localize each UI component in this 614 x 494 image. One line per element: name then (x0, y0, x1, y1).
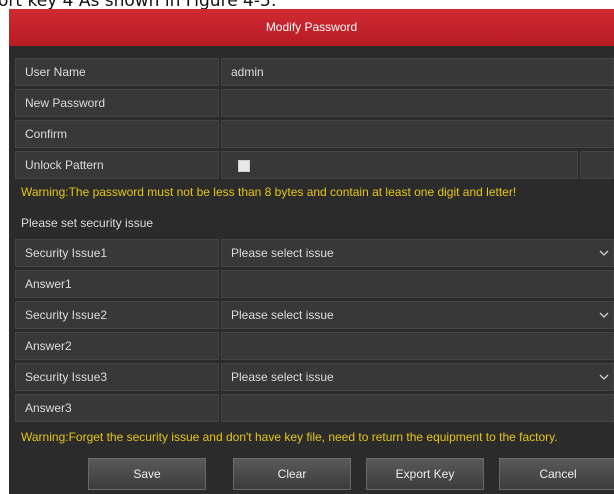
export-key-button[interactable]: Export Key (366, 458, 484, 490)
answer3-label: Answer3 (15, 394, 219, 422)
security-issue3-select[interactable]: Please select issue (221, 363, 614, 391)
confirm-label: Confirm (15, 120, 219, 148)
new-password-label: New Password (15, 89, 219, 117)
security-issue3-value: Please select issue (231, 370, 334, 384)
unlock-pattern-checkbox[interactable] (238, 160, 250, 172)
unlock-pattern-extra-cell (580, 151, 614, 179)
cancel-button[interactable]: Cancel (499, 458, 614, 490)
forget-warning: Warning:Forget the security issue and do… (21, 430, 558, 444)
modify-password-dialog: Modify Password User Name admin New Pass… (9, 9, 614, 494)
answer2-field[interactable] (221, 332, 614, 360)
answer1-label: Answer1 (15, 270, 219, 298)
confirm-row: Confirm (15, 120, 614, 149)
security-issue2-value: Please select issue (231, 308, 334, 322)
user-name-label: User Name (15, 58, 219, 86)
user-name-row: User Name admin (15, 58, 614, 87)
answer2-row: Answer2 (15, 332, 614, 361)
save-button[interactable]: Save (88, 458, 206, 490)
password-warning: Warning:The password must not be less th… (21, 185, 517, 199)
unlock-pattern-label: Unlock Pattern (15, 151, 219, 179)
dialog-title: Modify Password (9, 9, 614, 46)
new-password-field[interactable] (221, 89, 614, 117)
confirm-field[interactable] (221, 120, 614, 148)
security-issue3-label: Security Issue3 (15, 363, 219, 391)
clear-button[interactable]: Clear (233, 458, 351, 490)
answer3-field[interactable] (221, 394, 614, 422)
answer3-row: Answer3 (15, 394, 614, 423)
security-prompt: Please set security issue (21, 216, 154, 230)
user-name-field[interactable]: admin (221, 58, 614, 86)
security-issue2-label: Security Issue2 (15, 301, 219, 329)
chevron-down-icon (599, 374, 609, 380)
security-issue1-row: Security Issue1 Please select issue (15, 239, 614, 268)
answer1-field[interactable] (221, 270, 614, 298)
chevron-down-icon (599, 250, 609, 256)
security-issue1-label: Security Issue1 (15, 239, 219, 267)
chevron-down-icon (599, 312, 609, 318)
security-issue2-row: Security Issue2 Please select issue (15, 301, 614, 330)
unlock-pattern-row: Unlock Pattern (15, 151, 614, 180)
unlock-pattern-cell (221, 151, 578, 179)
answer2-label: Answer2 (15, 332, 219, 360)
security-issue1-value: Please select issue (231, 246, 334, 260)
answer1-row: Answer1 (15, 270, 614, 299)
security-issue1-select[interactable]: Please select issue (221, 239, 614, 267)
security-issue2-select[interactable]: Please select issue (221, 301, 614, 329)
new-password-row: New Password (15, 89, 614, 118)
security-issue3-row: Security Issue3 Please select issue (15, 363, 614, 392)
